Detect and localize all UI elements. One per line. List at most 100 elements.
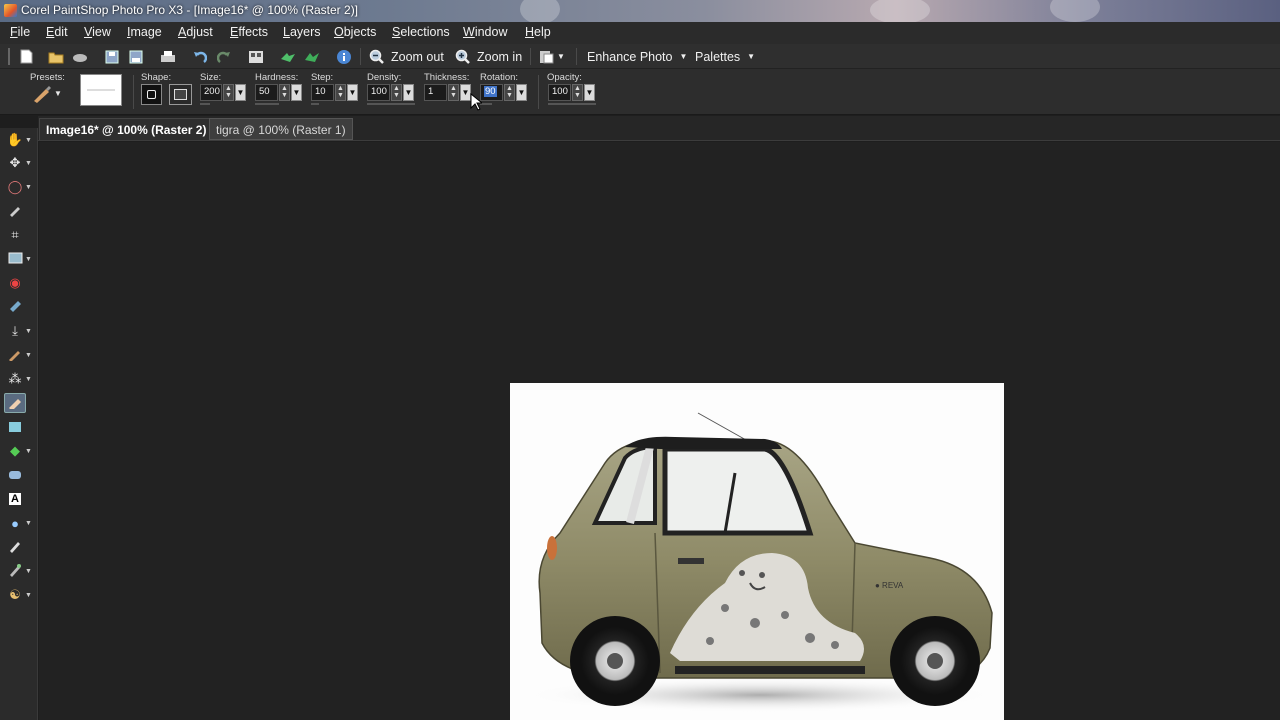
chevron-down-icon: ▼ <box>747 52 756 61</box>
menu-objects[interactable]: Objects <box>334 25 376 39</box>
menu-layers[interactable]: Layers <box>283 25 321 39</box>
dodge-tool[interactable]: ⁂ <box>4 369 26 389</box>
shape-square-button[interactable] <box>169 84 192 105</box>
red-eye-icon: ◉ <box>9 275 21 290</box>
step-label: Step: <box>311 72 334 83</box>
standard-toolbar: Zoom out Zoom in ▼ Enhance Photo ▼ Palet… <box>0 44 1280 69</box>
menu-file[interactable]: File <box>10 25 30 39</box>
presets-dropdown[interactable]: ▼ <box>32 85 62 105</box>
save-as-button[interactable] <box>128 47 144 66</box>
picture-tube-tool[interactable] <box>4 561 26 581</box>
zoom-in-button[interactable]: Zoom in <box>455 47 522 66</box>
rotation-spinner[interactable]: ▲ ▼ <box>504 84 515 101</box>
open-button[interactable] <box>48 47 64 66</box>
opacity-slider-button[interactable]: ▼ <box>584 84 595 101</box>
share-button[interactable] <box>304 47 320 66</box>
thickness-spinner[interactable]: ▲ ▼ <box>448 84 459 101</box>
opacity-bar <box>548 103 596 105</box>
scan-button[interactable] <box>72 47 88 66</box>
shape-round-button[interactable] <box>141 84 162 105</box>
straighten-tool[interactable] <box>4 249 26 269</box>
print-button[interactable] <box>160 47 176 66</box>
pan-tool[interactable]: ✋ <box>4 130 26 150</box>
eraser-brush-tool[interactable] <box>4 393 26 413</box>
zoom-out-button[interactable]: Zoom out <box>369 47 444 66</box>
menu-edit[interactable]: Edit <box>46 25 68 39</box>
enhance-photo-menu[interactable]: Enhance Photo ▼ <box>587 47 687 66</box>
opacity-spinner[interactable]: ▲ ▼ <box>572 84 583 101</box>
density-spinner[interactable]: ▲ ▼ <box>391 84 402 101</box>
red-eye-tool[interactable]: ◉ <box>4 273 26 293</box>
text-tool[interactable]: A <box>4 489 26 509</box>
browse-button[interactable] <box>248 47 264 66</box>
toolbar-grip[interactable] <box>8 48 10 65</box>
move-tool[interactable]: ✥ <box>4 153 26 173</box>
info-icon <box>336 49 352 65</box>
info-button[interactable] <box>336 47 352 66</box>
share-icon <box>304 49 320 65</box>
shape-tool[interactable]: ● <box>4 513 26 533</box>
browse-icon <box>248 49 264 65</box>
options-separator <box>538 75 539 109</box>
app-icon[interactable] <box>4 4 17 17</box>
brush-tip-preview[interactable] <box>80 74 122 106</box>
size-input[interactable]: 200 <box>200 84 222 101</box>
redo-button[interactable] <box>216 47 232 66</box>
rotation-slider-button[interactable]: ▼ <box>516 84 527 101</box>
crop-tool[interactable]: ⌗ <box>4 225 26 245</box>
step-input[interactable]: 10 <box>311 84 334 101</box>
tab-image16[interactable]: Image16* @ 100% (Raster 2) <box>39 118 214 140</box>
menu-selections[interactable]: Selections <box>392 25 450 39</box>
copy-special-button[interactable]: ▼ <box>538 47 565 66</box>
size-spinner[interactable]: ▲ ▼ <box>223 84 234 101</box>
undo-button[interactable] <box>192 47 208 66</box>
pan-icon: ✋ <box>6 132 24 147</box>
lasso-tool[interactable]: ◯ <box>4 177 26 197</box>
dodge-icon: ⁂ <box>8 371 22 386</box>
step-spinner[interactable]: ▲ ▼ <box>335 84 346 101</box>
forward-icon <box>280 49 296 65</box>
menu-adjust[interactable]: Adjust <box>178 25 213 39</box>
density-slider-button[interactable]: ▼ <box>403 84 414 101</box>
pen-tool[interactable] <box>4 537 26 557</box>
fill-tool[interactable]: ◆ <box>4 441 26 461</box>
paint-brush-tool[interactable] <box>4 345 26 365</box>
opacity-input[interactable]: 100 <box>548 84 571 101</box>
retouch-tool[interactable] <box>4 417 26 437</box>
step-slider-button[interactable]: ▼ <box>347 84 358 101</box>
menu-window[interactable]: Window <box>463 25 507 39</box>
mouse-cursor-icon <box>470 92 484 116</box>
new-button[interactable] <box>18 47 34 66</box>
size-slider-button[interactable]: ▼ <box>235 84 246 101</box>
thickness-input[interactable]: 1 <box>424 84 447 101</box>
zoom-out-icon <box>369 49 385 65</box>
presets-label: Presets: <box>30 72 65 83</box>
image-canvas[interactable]: ● REVA <box>510 383 1004 720</box>
background-eraser-tool[interactable] <box>4 465 26 485</box>
picture-tube-icon <box>8 563 22 580</box>
palettes-menu[interactable]: Palettes ▼ <box>695 47 755 66</box>
menu-view[interactable]: View <box>84 25 111 39</box>
rotation-value: 90 <box>484 86 497 97</box>
title-decoration <box>870 0 930 22</box>
menu-help[interactable]: Help <box>525 25 551 39</box>
rotation-input[interactable]: 90 <box>480 84 503 101</box>
forward-button[interactable] <box>280 47 296 66</box>
tab-tigra[interactable]: tigra @ 100% (Raster 1) <box>209 118 353 140</box>
menu-effects[interactable]: Effects <box>230 25 268 39</box>
makeover-tool[interactable] <box>4 297 26 317</box>
menu-image[interactable]: Image <box>127 25 162 39</box>
hardness-label: Hardness: <box>255 72 299 83</box>
warp-tool[interactable]: ☯ <box>4 585 26 605</box>
dropper-tool[interactable] <box>4 201 26 221</box>
clone-tool[interactable]: ⤓ <box>4 321 26 341</box>
hardness-spinner[interactable]: ▲ ▼ <box>279 84 290 101</box>
save-button[interactable] <box>104 47 120 66</box>
hardness-input[interactable]: 50 <box>255 84 278 101</box>
warp-icon: ☯ <box>9 587 21 602</box>
hardness-slider-button[interactable]: ▼ <box>291 84 302 101</box>
density-input[interactable]: 100 <box>367 84 390 101</box>
hardness-bar <box>255 103 279 105</box>
document-tabs: Image16* @ 100% (Raster 2) tigra @ 100% … <box>38 116 1280 141</box>
toolbar-separator <box>530 48 531 65</box>
